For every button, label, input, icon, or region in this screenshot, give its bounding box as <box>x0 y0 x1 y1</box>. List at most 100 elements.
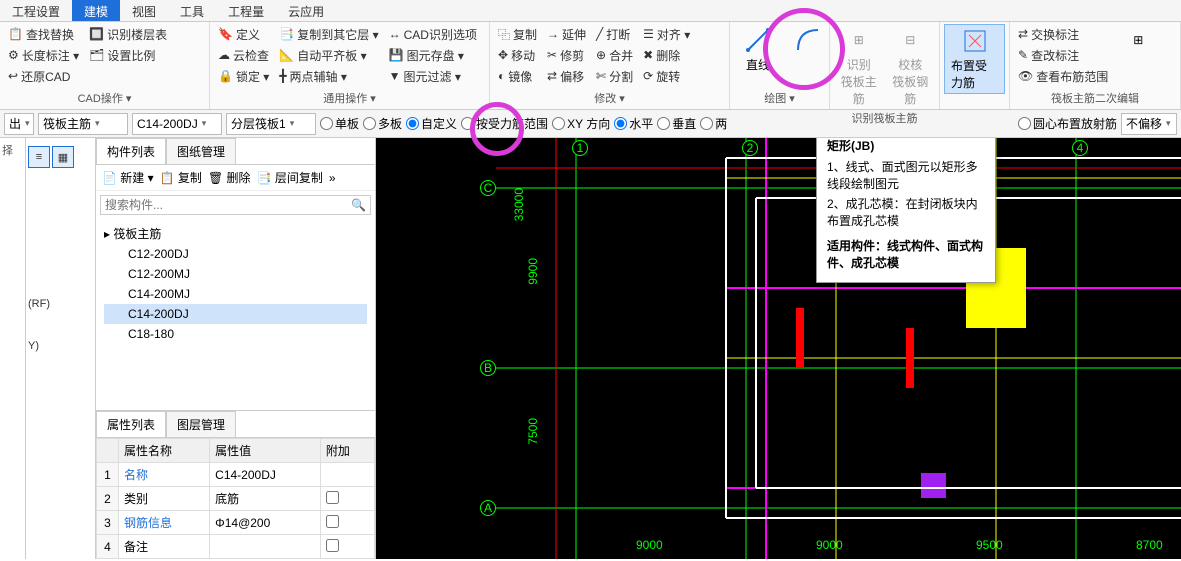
move[interactable]: ✥ 移动 <box>494 45 541 65</box>
tab-engineering[interactable]: 工程设置 <box>0 0 72 21</box>
tree-item-4[interactable]: C18-180 <box>104 324 367 344</box>
tab-component-list[interactable]: 构件列表 <box>96 138 166 164</box>
save-element[interactable]: 💾 图元存盘 ▾ <box>385 45 481 65</box>
split[interactable]: ✄ 分割 <box>592 66 637 86</box>
prop-value-cell[interactable]: C14-200DJ <box>210 463 321 487</box>
prop-value-cell[interactable]: 底筋 <box>210 487 321 511</box>
dd-offset[interactable]: 不偏移 <box>1121 113 1177 135</box>
table-row: 2 类别 底筋 <box>97 487 375 511</box>
break[interactable]: ╱ 打断 <box>592 24 637 44</box>
auto-level[interactable]: 📐 自动平齐板 ▾ <box>275 45 382 65</box>
layer-copy-button[interactable]: 📑 层间复制 <box>257 169 323 186</box>
extend[interactable]: → 延伸 <box>543 24 590 44</box>
prop-value-cell[interactable]: Φ14@200 <box>210 511 321 535</box>
prop-name-cell[interactable]: 钢筋信息 <box>119 511 210 535</box>
radio-single[interactable]: 单板 <box>320 115 359 132</box>
main-area: 择 ≡ ▦ (RF) Y) 构件列表 图纸管理 📄 新建 ▾ 📋 复制 🗑 删除… <box>0 138 1181 559</box>
icon-toggle-a[interactable]: ≡ <box>28 146 50 168</box>
dd-out[interactable]: 出 <box>4 113 34 135</box>
prop-value-cell[interactable] <box>210 535 321 559</box>
place-rebar-icon <box>961 27 989 55</box>
radio-by-range[interactable]: 按受力筋范围 <box>461 115 548 132</box>
tab-layers[interactable]: 图层管理 <box>166 411 236 437</box>
grid-col-4: 4 <box>1072 140 1088 156</box>
define[interactable]: 🔖 定义 <box>214 24 273 44</box>
length-dim[interactable]: ↔ CAD识别选项 <box>385 24 481 44</box>
restore-cad[interactable]: ↩ 还原CAD <box>4 66 83 86</box>
toolbar-more[interactable]: » <box>329 171 336 185</box>
tab-tools[interactable]: 工具 <box>168 0 216 21</box>
dd-category[interactable]: 筏板主筋 <box>38 113 128 135</box>
copy-button[interactable]: 📋 复制 <box>160 169 202 186</box>
cad-options[interactable]: 🗂 设置比例 <box>85 45 171 65</box>
merge[interactable]: ⊕ 合并 <box>592 45 637 65</box>
line-button[interactable]: 直线 <box>734 24 782 75</box>
identify-rebar[interactable]: ⊞ 识别 筏板主筋 <box>834 24 884 109</box>
place-rebar-button[interactable]: 布置受力筋 <box>944 24 1005 94</box>
search-box[interactable]: 🔍 <box>100 195 371 215</box>
line-icon <box>744 26 772 54</box>
mirror[interactable]: ◐ 镜像 <box>494 66 541 86</box>
radio-two[interactable]: 两 <box>700 115 727 132</box>
copy[interactable]: ⿻ 复制 <box>494 24 541 44</box>
find-replace[interactable]: 📋 查找替换 <box>4 24 83 44</box>
dim-9000b: 9000 <box>816 538 843 552</box>
left-strip: 择 <box>0 138 26 559</box>
more-button[interactable]: ⊞ <box>1114 24 1162 56</box>
tab-quantity[interactable]: 工程量 <box>216 0 276 21</box>
radio-xy[interactable]: XY 方向 <box>552 115 610 132</box>
radio-custom[interactable]: 自定义 <box>406 115 457 132</box>
dd-component[interactable]: C14-200DJ <box>132 113 222 135</box>
offset[interactable]: ⇄ 偏移 <box>543 66 590 86</box>
search-input[interactable] <box>105 198 351 212</box>
radio-multi[interactable]: 多板 <box>363 115 402 132</box>
tree-item-3[interactable]: C14-200DJ <box>104 304 367 324</box>
tree-item-2[interactable]: C14-200MJ <box>104 284 367 304</box>
align[interactable]: ☰ 对齐 ▾ <box>639 24 694 44</box>
tab-modeling[interactable]: 建模 <box>72 0 120 21</box>
dim-33000: 33000 <box>512 188 526 221</box>
edit-annotation[interactable]: ✎ 查改标注 <box>1014 45 1112 65</box>
left-panel: ≡ ▦ (RF) Y) <box>26 138 96 559</box>
lock[interactable]: 🔒 锁定 ▾ <box>214 66 273 86</box>
delete[interactable]: ✖ 删除 <box>639 45 694 65</box>
drawing-canvas[interactable]: 1 2 4 C B A 33000 9900 7500 9000 9000 95… <box>376 138 1181 559</box>
copy-to-layer[interactable]: 📑 复制到其它层 ▾ <box>275 24 382 44</box>
prop-chk[interactable] <box>326 491 339 504</box>
radio-vert[interactable]: 垂直 <box>657 115 696 132</box>
prop-chk[interactable] <box>326 539 339 552</box>
identify-floor[interactable]: 🔲 识别楼层表 <box>85 24 171 44</box>
tree-root[interactable]: ▸ 筏板主筋 <box>104 223 367 244</box>
search-icon[interactable]: 🔍 <box>351 198 366 212</box>
delete-button[interactable]: 🗑 删除 <box>208 169 251 186</box>
tree-item-0[interactable]: C12-200DJ <box>104 244 367 264</box>
icon-toggle-b[interactable]: ▦ <box>52 146 74 168</box>
tree-item-1[interactable]: C12-200MJ <box>104 264 367 284</box>
trim[interactable]: ✂ 修剪 <box>543 45 590 65</box>
swap-annotation[interactable]: ⇄ 交换标注 <box>1014 24 1112 44</box>
view-range[interactable]: 👁 查看布筋范围 <box>1014 66 1112 86</box>
element-filter[interactable]: ▼ 图元过滤 ▾ <box>385 66 481 86</box>
identify-icon: ⊞ <box>845 26 873 54</box>
tab-properties[interactable]: 属性列表 <box>96 411 166 437</box>
cloud-check[interactable]: ☁ 云检查 <box>214 45 273 65</box>
grid-row-b: B <box>480 360 496 376</box>
dim-9500: 9500 <box>976 538 1003 552</box>
tab-cloud[interactable]: 云应用 <box>276 0 336 21</box>
table-row: 4 备注 <box>97 535 375 559</box>
prop-name-cell[interactable]: 名称 <box>119 463 210 487</box>
dd-layer[interactable]: 分层筏板1 <box>226 113 316 135</box>
prop-chk[interactable] <box>326 515 339 528</box>
dim-9900: 9900 <box>526 258 540 285</box>
tab-drawing-mgmt[interactable]: 图纸管理 <box>166 138 236 164</box>
rotate[interactable]: ⟳ 旋转 <box>639 66 694 86</box>
new-button[interactable]: 📄 新建 ▾ <box>102 169 154 186</box>
set-scale[interactable]: ⚙ 长度标注 ▾ <box>4 45 83 65</box>
radio-radial[interactable]: 圆心布置放射筋 <box>1018 115 1117 132</box>
tab-view[interactable]: 视图 <box>120 0 168 21</box>
arc-button[interactable] <box>784 24 832 56</box>
two-point-axis[interactable]: ╋ 两点辅轴 ▾ <box>275 66 382 86</box>
radio-horiz[interactable]: 水平 <box>614 115 653 132</box>
secondary-bar: 出 筏板主筋 C14-200DJ 分层筏板1 单板 多板 自定义 按受力筋范围 … <box>0 110 1181 138</box>
check-rebar[interactable]: ⊟ 校核 筏板钢筋 <box>886 24 936 109</box>
